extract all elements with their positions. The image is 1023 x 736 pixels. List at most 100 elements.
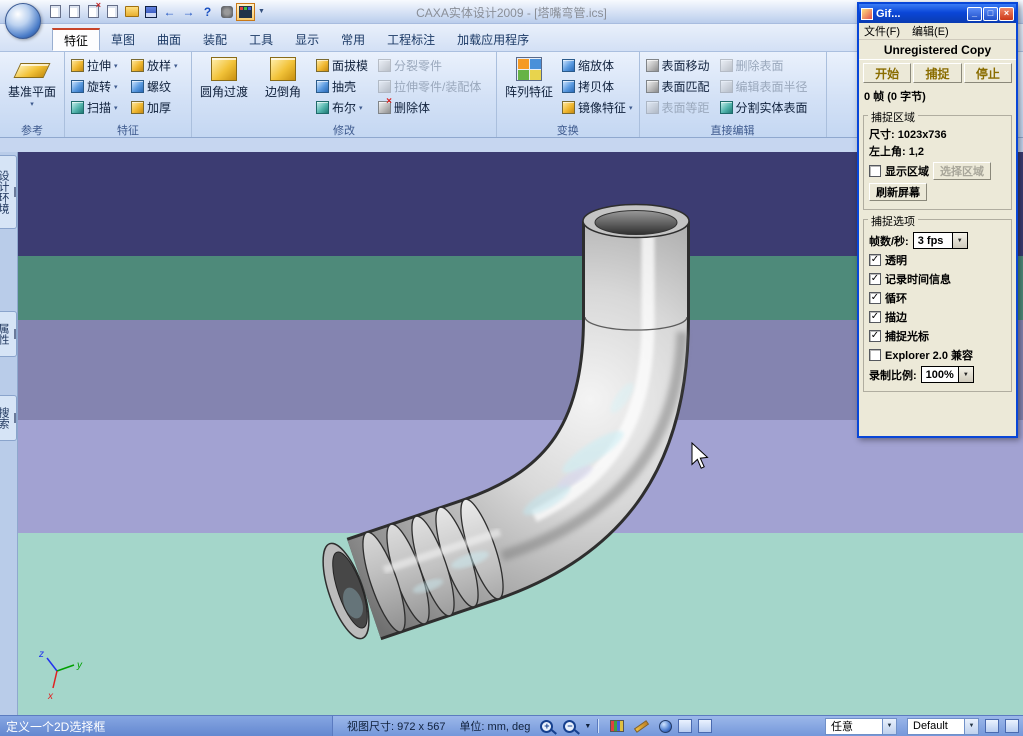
pattern-feature-button[interactable]: 阵列特征: [501, 55, 557, 100]
settings-icon[interactable]: [218, 4, 235, 20]
datum-plane-button[interactable]: 基准平面 ▾: [4, 55, 60, 108]
show-area-label: 显示区域: [885, 166, 929, 178]
split-solid-face-button[interactable]: 分割实体表面: [718, 97, 822, 118]
combo-arrow-icon[interactable]: ▼: [957, 367, 973, 382]
zoom-options-arrow-icon[interactable]: ▼: [584, 723, 591, 730]
outline-checkbox[interactable]: ✓: [869, 311, 881, 323]
loop-checkbox[interactable]: ✓: [869, 292, 881, 304]
tab-sketch[interactable]: 草图: [100, 28, 146, 51]
move-face-button[interactable]: 表面移动: [644, 55, 718, 76]
stop-button[interactable]: 停止: [963, 63, 1012, 83]
gif-titlebar[interactable]: Gif... _ □ ×: [859, 4, 1016, 23]
match-face-button[interactable]: 表面匹配: [644, 76, 718, 97]
app-logo-icon[interactable]: [5, 3, 41, 39]
combo-arrow-icon[interactable]: ▼: [964, 718, 978, 734]
tab-tools[interactable]: 工具: [238, 28, 284, 51]
draft-face-button[interactable]: 面拔模: [314, 55, 376, 76]
grid-toggle-icon[interactable]: [985, 719, 999, 733]
units-label: 单位: mm, deg: [459, 721, 531, 733]
restore-button[interactable]: □: [983, 6, 998, 21]
annotate-icon[interactable]: [634, 719, 650, 733]
dropdown-arrow-icon: ▾: [30, 101, 34, 108]
gif-app-icon: [861, 7, 873, 20]
selection-filter-combo[interactable]: 任意 ▼: [825, 717, 897, 735]
loft-button[interactable]: 放样 ▾: [129, 55, 187, 76]
mirror-feature-button[interactable]: 镜像特征 ▾: [560, 97, 635, 118]
scale-body-button[interactable]: 缩放体: [560, 55, 635, 76]
fillet-button[interactable]: 圆角过渡: [196, 55, 252, 100]
render-mode-icon[interactable]: [610, 720, 625, 732]
capture-cursor-checkbox[interactable]: ✓: [869, 330, 881, 342]
record-scale-combo[interactable]: 100% ▼: [920, 366, 974, 383]
tab-display[interactable]: 显示: [284, 28, 330, 51]
fillet-icon: [211, 57, 237, 81]
thread-button[interactable]: 螺纹: [129, 76, 187, 97]
revolve-button[interactable]: 旋转 ▾: [69, 76, 129, 97]
quick-access-toolbar: ← → ? ▼: [46, 0, 265, 23]
menu-file[interactable]: 文件(F): [864, 23, 900, 39]
tab-surface[interactable]: 曲面: [146, 28, 192, 51]
capture-options-group: 捕捉选项 帧数/秒: 3 fps ▼ ✓ 透明 ✓ 记录时间信息 ✓ 循环 ✓ 描边 ✓…: [863, 213, 1012, 392]
offset-face-button[interactable]: 表面等距: [644, 97, 718, 118]
boolean-button[interactable]: 布尔 ▾: [314, 97, 376, 118]
gif-toolbar: 开始 捕捉 停止: [859, 60, 1016, 86]
combo-arrow-icon[interactable]: ▼: [882, 718, 896, 734]
close-document-icon[interactable]: [85, 0, 102, 20]
import-document-icon[interactable]: [104, 4, 121, 20]
screen-capture-tool-icon[interactable]: [236, 2, 255, 21]
undo-icon[interactable]: ←: [161, 4, 178, 20]
toolbar-overflow-icon[interactable]: ▼: [258, 8, 265, 15]
sidebar-item-search[interactable]: 搜索: [0, 395, 17, 441]
edit-face-radius-button[interactable]: 编辑表面半径: [718, 76, 822, 97]
save-icon[interactable]: [142, 4, 159, 20]
menu-edit[interactable]: 编辑(E): [912, 23, 949, 39]
open-folder-icon[interactable]: [123, 4, 140, 20]
status-hint: 定义一个2D选择框: [0, 716, 333, 736]
tab-common[interactable]: 常用: [330, 28, 376, 51]
explorer-compat-checkbox[interactable]: [869, 349, 881, 361]
select-area-button[interactable]: 选择区域: [933, 162, 991, 180]
transparent-checkbox[interactable]: ✓: [869, 254, 881, 266]
shaded-view-icon[interactable]: [659, 719, 673, 733]
minimize-button[interactable]: _: [967, 6, 982, 21]
render-style-combo[interactable]: Default ▼: [907, 717, 979, 735]
tab-annotation[interactable]: 工程标注: [376, 28, 446, 51]
datum-plane-label: 基准平面: [7, 85, 56, 99]
sidebar-item-properties[interactable]: 属性: [0, 311, 17, 357]
sweep-button[interactable]: 扫描 ▾: [69, 97, 129, 118]
caxa-main-window: ← → ? ▼ CAXA实体设计2009 - [塔嘴弯管.ics] 特征 草图 …: [0, 0, 1023, 736]
thread-icon: [131, 80, 144, 93]
sidebar-item-design-environment[interactable]: 设计环境: [0, 155, 17, 229]
shell-button[interactable]: 抽壳: [314, 76, 376, 97]
record-time-checkbox[interactable]: ✓: [869, 273, 881, 285]
new-document-icon[interactable]: [47, 4, 64, 20]
scale-body-icon: [562, 59, 575, 72]
stretch-part-button[interactable]: 拉伸零件/装配体: [376, 76, 492, 97]
display-option-icon[interactable]: [678, 719, 693, 733]
open-document-icon[interactable]: [66, 4, 83, 20]
show-area-checkbox[interactable]: [869, 165, 881, 177]
split-part-button[interactable]: 分裂零件: [376, 55, 492, 76]
tab-load-apps[interactable]: 加载应用程序: [446, 28, 540, 51]
projection-option-icon[interactable]: [698, 719, 713, 733]
start-button[interactable]: 开始: [863, 63, 912, 83]
tab-features[interactable]: 特征: [52, 28, 101, 51]
capture-button[interactable]: 捕捉: [913, 63, 962, 83]
refresh-screen-button[interactable]: 刷新屏幕: [869, 183, 927, 201]
help-icon[interactable]: ?: [199, 4, 216, 20]
gif-menubar: 文件(F) 编辑(E): [859, 23, 1016, 40]
extrude-button[interactable]: 拉伸 ▾: [69, 55, 129, 76]
zoom-out-icon[interactable]: −: [563, 719, 577, 733]
redo-icon[interactable]: →: [180, 4, 197, 20]
close-button[interactable]: ×: [999, 6, 1014, 21]
fps-combo[interactable]: 3 fps ▼: [912, 232, 968, 249]
combo-arrow-icon[interactable]: ▼: [951, 233, 967, 248]
snap-toggle-icon[interactable]: [1005, 719, 1019, 733]
zoom-in-icon[interactable]: +: [540, 719, 554, 733]
thicken-button[interactable]: 加厚: [129, 97, 187, 118]
copy-body-button[interactable]: 拷贝体: [560, 76, 635, 97]
tab-assembly[interactable]: 装配: [192, 28, 238, 51]
delete-body-button[interactable]: 删除体: [376, 96, 492, 118]
chamfer-button[interactable]: 边倒角: [255, 55, 311, 100]
delete-face-button[interactable]: 删除表面: [718, 55, 822, 76]
